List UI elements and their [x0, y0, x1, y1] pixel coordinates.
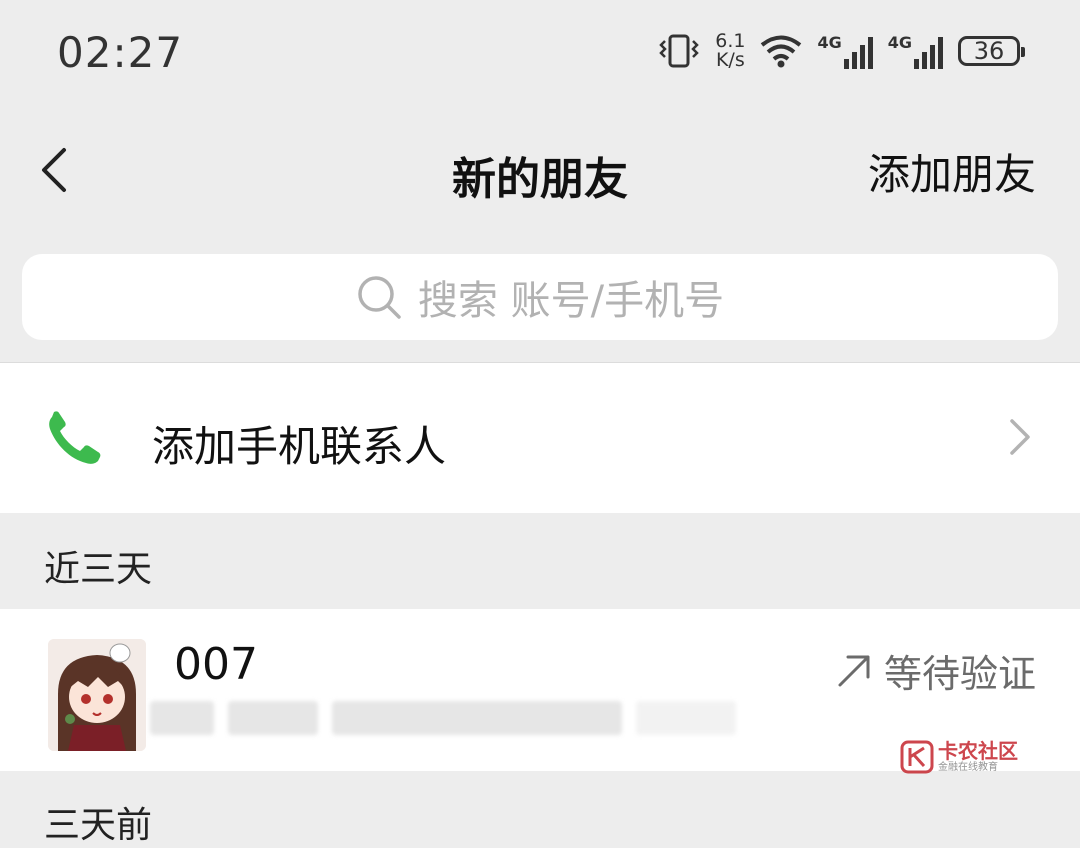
- battery-icon: 36: [958, 36, 1025, 66]
- watermark-icon: [900, 740, 934, 774]
- wifi-icon: [761, 35, 802, 68]
- chevron-right-icon: [1010, 419, 1030, 455]
- signal-icon: 4G: [817, 33, 873, 69]
- watermark-logo: 卡农社区 金融在线教育: [900, 740, 1018, 774]
- section-header-recent: 近三天: [44, 549, 153, 590]
- avatar[interactable]: [48, 639, 146, 751]
- request-status-label: 等待验证: [883, 652, 1036, 696]
- add-phone-contacts-label: 添加手机联系人: [152, 422, 447, 471]
- network-speed: 6.1 K/s: [715, 30, 746, 71]
- request-status: 等待验证: [836, 643, 1036, 698]
- search-placeholder: 搜索 账号/手机号: [417, 278, 725, 324]
- status-time: 02:27: [57, 28, 184, 77]
- arrow-up-right-icon: [838, 655, 870, 686]
- watermark-name: 卡农社区: [938, 739, 1018, 763]
- friend-name: 007: [174, 639, 258, 690]
- battery-level: 36: [973, 37, 1005, 65]
- signal-icon: 4G: [888, 33, 944, 69]
- add-friend-button[interactable]: 添加朋友: [868, 141, 1036, 202]
- phone-icon: [49, 411, 101, 464]
- navigation-bar: 新的朋友 添加朋友: [0, 105, 1080, 230]
- vibrate-icon: [659, 34, 700, 68]
- section-header-older: 三天前: [44, 805, 153, 846]
- blurred-message: [150, 701, 736, 735]
- search-bar[interactable]: 搜索 账号/手机号: [22, 254, 1058, 340]
- add-phone-contacts-row[interactable]: 添加手机联系人: [0, 363, 1080, 513]
- watermark-subtitle: 金融在线教育: [938, 762, 998, 773]
- status-bar: 02:27 6.1 K/s 4G 4G 36: [0, 0, 1080, 105]
- status-icons: 6.1 K/s 4G 4G 36: [657, 26, 1025, 76]
- search-icon: [358, 276, 401, 319]
